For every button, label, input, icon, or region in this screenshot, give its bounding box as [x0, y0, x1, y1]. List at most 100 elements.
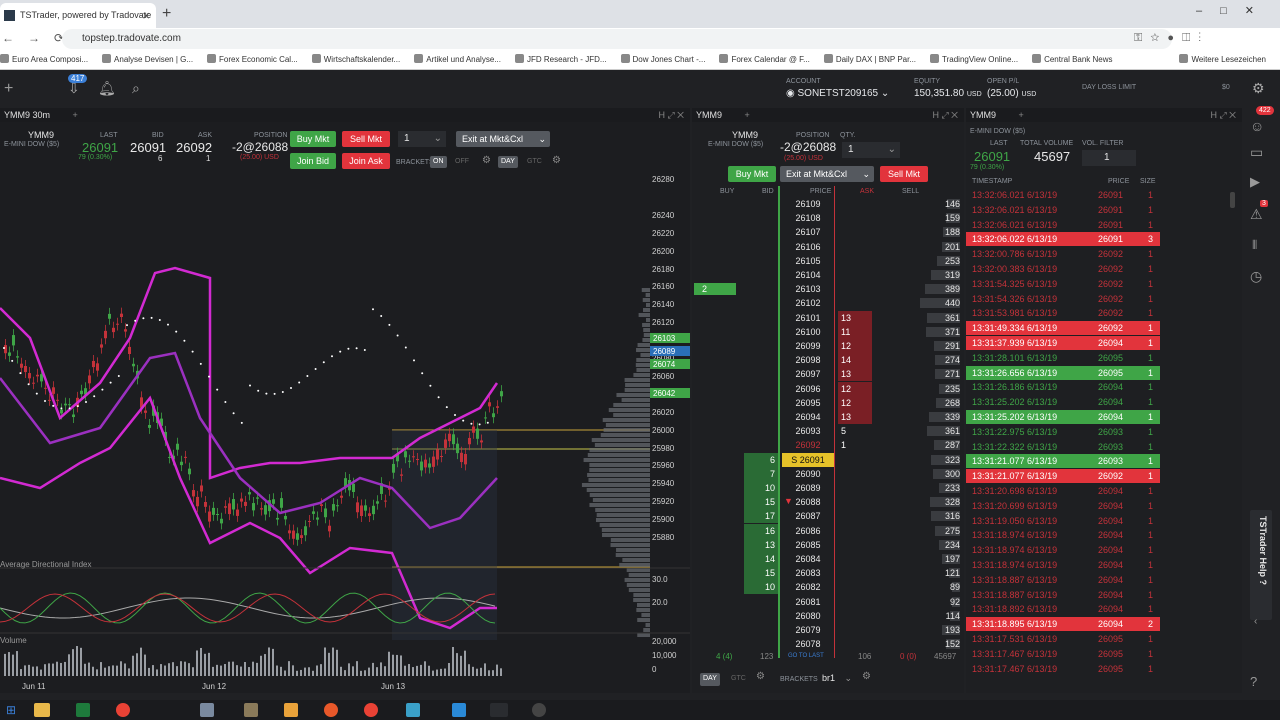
dom-row[interactable]: 26106 201	[692, 240, 964, 254]
close-tab-icon[interactable]: ×	[142, 8, 150, 23]
bid-size-cell[interactable]	[744, 339, 778, 353]
exit-mkt-button[interactable]: Exit at Mkt&Cxl ⌄	[456, 131, 550, 147]
taskbar-app-icon[interactable]	[452, 703, 466, 717]
price-cell[interactable]: 26096	[782, 382, 834, 396]
ask-size-cell[interactable]: 11	[838, 325, 872, 339]
dom-buy-mkt-button[interactable]: Buy Mkt	[728, 166, 776, 182]
price-cell[interactable]: 26083	[782, 566, 834, 580]
taskbar-app-icon[interactable]	[406, 703, 420, 717]
dom-row[interactable]: 26097 13 271	[692, 367, 964, 381]
price-cell[interactable]: 26107	[782, 225, 834, 239]
price-cell[interactable]: 26099	[782, 339, 834, 353]
price-cell[interactable]: 26093	[782, 424, 834, 438]
alert-icon[interactable]: ⚠	[1250, 206, 1263, 223]
user-icon[interactable]: ☺	[1250, 118, 1264, 134]
panel-window-icons[interactable]: H ⤢ ✕	[932, 110, 958, 121]
dom-row[interactable]: 26078 152	[692, 637, 964, 651]
price-cell[interactable]: 26106	[782, 240, 834, 254]
price-cell[interactable]: 26100	[782, 325, 834, 339]
bid-size-cell[interactable]	[744, 382, 778, 396]
bid-size-cell[interactable]	[744, 197, 778, 211]
dom-row[interactable]: 15 26083 121	[692, 566, 964, 580]
chat-icon[interactable]: ▭	[1250, 144, 1263, 161]
ask-size-cell[interactable]	[838, 623, 872, 637]
price-cell[interactable]: 26092	[782, 438, 834, 452]
price-cell[interactable]: 26109	[782, 197, 834, 211]
bid-size-cell[interactable]	[744, 637, 778, 651]
panel-window-icons[interactable]: H ⤢ ✕	[1210, 110, 1236, 121]
taskbar-app-icon[interactable]	[490, 703, 508, 717]
window-controls[interactable]: –□✕	[1196, 4, 1272, 17]
dom-row[interactable]: 26108 159	[692, 211, 964, 225]
bid-size-cell[interactable]	[744, 296, 778, 310]
bid-size-cell[interactable]: 6	[744, 453, 778, 467]
price-cell[interactable]: 26090	[782, 467, 834, 481]
dom-row[interactable]: 26095 12 268	[692, 396, 964, 410]
url-field[interactable]: topstep.tradovate.com	[62, 29, 1172, 49]
dom-row[interactable]: 16 26086 275	[692, 524, 964, 538]
taskbar-app-icon[interactable]	[200, 703, 214, 717]
ask-size-cell[interactable]	[838, 197, 872, 211]
bracket-selector[interactable]: br1 ⌄	[818, 671, 854, 685]
bid-size-cell[interactable]: 14	[744, 552, 778, 566]
working-buy-order[interactable]: 2	[694, 283, 736, 295]
price-cell[interactable]: 26095	[782, 396, 834, 410]
price-cell[interactable]: 26087	[782, 509, 834, 523]
ask-size-cell[interactable]	[838, 240, 872, 254]
price-cell[interactable]: 26084	[782, 552, 834, 566]
bid-size-cell[interactable]	[744, 282, 778, 296]
dom-tab[interactable]: YMM9	[696, 110, 722, 120]
price-cell[interactable]: 26105	[782, 254, 834, 268]
ask-size-cell[interactable]	[838, 524, 872, 538]
ask-size-cell[interactable]: 13	[838, 410, 872, 424]
dom-row[interactable]: 26109 146	[692, 197, 964, 211]
ask-size-cell[interactable]	[838, 481, 872, 495]
vol-filter-stepper[interactable]: 1	[1082, 150, 1136, 166]
price-cell[interactable]: 26078	[782, 637, 834, 651]
dom-row[interactable]: 26081 92	[692, 595, 964, 609]
price-cell[interactable]: 26080	[782, 609, 834, 623]
price-chart[interactable]	[0, 178, 690, 688]
dom-row[interactable]: 10 26082 89	[692, 580, 964, 594]
dom-row[interactable]: 7 26090 300	[692, 467, 964, 481]
dom-sell-mkt-button[interactable]: Sell Mkt	[880, 166, 928, 182]
video-icon[interactable]: ▶	[1250, 174, 1260, 190]
ask-size-cell[interactable]	[838, 225, 872, 239]
ask-size-cell[interactable]	[838, 509, 872, 523]
ts-tab[interactable]: YMM9	[970, 110, 996, 120]
bookmark-item[interactable]: Euro Area Composi...	[0, 54, 88, 69]
ask-size-cell[interactable]	[838, 637, 872, 651]
bookmark-item[interactable]: Wirtschaftskalender...	[312, 54, 400, 69]
dom-row[interactable]: 14 26084 197	[692, 552, 964, 566]
excel-icon[interactable]	[76, 703, 90, 717]
dom-row[interactable]: 26099 12 291	[692, 339, 964, 353]
bid-size-cell[interactable]	[744, 311, 778, 325]
ask-size-cell[interactable]	[838, 552, 872, 566]
price-cell[interactable]: 26103	[782, 282, 834, 296]
ask-size-cell[interactable]	[838, 296, 872, 310]
browser-tab[interactable]: TSTrader, powered by Tradovate ×	[0, 3, 156, 28]
bookmark-item[interactable]: TradingView Online...	[930, 54, 1018, 69]
bookmark-item[interactable]: Forex Calendar @ F...	[719, 54, 809, 69]
bid-size-cell[interactable]	[744, 268, 778, 282]
ask-size-cell[interactable]	[838, 595, 872, 609]
ask-size-cell[interactable]	[838, 495, 872, 509]
taskbar-app-icon[interactable]	[284, 703, 298, 717]
price-cell[interactable]: 26081	[782, 595, 834, 609]
help-tab[interactable]: TSTrader Help ?	[1250, 510, 1272, 620]
bid-size-cell[interactable]: 16	[744, 524, 778, 538]
ask-size-cell[interactable]	[838, 538, 872, 552]
ts-scrollbar[interactable]	[1230, 192, 1235, 208]
bid-size-cell[interactable]	[744, 396, 778, 410]
new-ts-tab-icon[interactable]: +	[1019, 110, 1024, 120]
ask-size-cell[interactable]	[838, 268, 872, 282]
price-cell[interactable]: 26094	[782, 410, 834, 424]
bid-size-cell[interactable]	[744, 410, 778, 424]
bookmark-item[interactable]: Daily DAX | BNP Par...	[824, 54, 916, 69]
chart-tab[interactable]: YMM9 30m	[4, 110, 50, 120]
price-cell[interactable]: 26089	[782, 481, 834, 495]
ts-list[interactable]: 13:32:06.021 6/13/19 26091 1 13:32:06.021 6…	[966, 188, 1160, 693]
obs-icon[interactable]	[532, 703, 546, 717]
bookmark-item[interactable]: Forex Economic Cal...	[207, 54, 298, 69]
price-cell[interactable]: 26079	[782, 623, 834, 637]
